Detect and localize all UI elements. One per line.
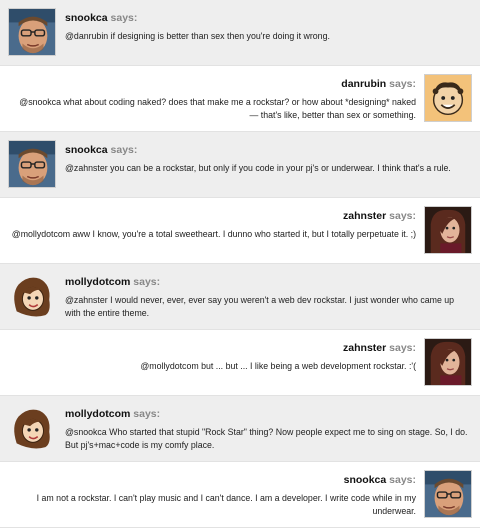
message-item: zahnster says: @mollydotcom but ... but …: [0, 330, 480, 396]
author-name[interactable]: danrubin: [341, 78, 386, 90]
message-header: danrubin says:: [341, 78, 416, 91]
author-name[interactable]: snookca: [65, 12, 108, 24]
snookca-avatar-icon: [425, 471, 471, 517]
message-header: mollydotcom says:: [65, 276, 160, 289]
message-header: snookca says:: [65, 144, 137, 157]
message-header: zahnster says:: [343, 342, 416, 355]
message-item: snookca says: I am not a rockstar. I can…: [0, 462, 480, 528]
message-header: mollydotcom says:: [65, 408, 160, 421]
message-item: mollydotcom says: @zahnster I would neve…: [0, 264, 480, 330]
snookca-avatar-icon: [9, 141, 55, 187]
mollydotcom-avatar-icon: [9, 273, 55, 319]
message-item: zahnster says: @mollydotcom aww I know, …: [0, 198, 480, 264]
message-text: @mollydotcom but ... but ... I like bein…: [140, 361, 416, 371]
message-header: snookca says:: [344, 474, 416, 487]
author-name[interactable]: zahnster: [343, 342, 386, 354]
author-name[interactable]: snookca: [344, 474, 387, 486]
zahnster-avatar-icon: [425, 207, 471, 253]
message-item: mollydotcom says: @snookca Who started t…: [0, 396, 480, 462]
message-text: @snookca what about coding naked? does t…: [19, 97, 416, 120]
says-label: says:: [110, 12, 138, 24]
says-label: says:: [389, 78, 416, 90]
author-name[interactable]: mollydotcom: [65, 408, 130, 420]
says-label: says:: [389, 210, 416, 222]
snookca-avatar[interactable]: [424, 470, 472, 518]
zahnster-avatar-icon: [425, 339, 471, 385]
danrubin-avatar[interactable]: [424, 74, 472, 122]
snookca-avatar[interactable]: [8, 140, 56, 188]
says-label: says:: [389, 474, 416, 486]
message-item: snookca says: @danrubin if designing is …: [0, 0, 480, 66]
message-header: snookca says:: [65, 12, 137, 25]
message-header: zahnster says:: [343, 210, 416, 223]
mollydotcom-avatar[interactable]: [8, 404, 56, 452]
mollydotcom-avatar[interactable]: [8, 272, 56, 320]
says-label: says:: [389, 342, 416, 354]
author-name[interactable]: zahnster: [343, 210, 386, 222]
says-label: says:: [110, 144, 138, 156]
conversation-thread: snookca says: @danrubin if designing is …: [0, 0, 480, 528]
message-text: @zahnster you can be a rockstar, but onl…: [65, 163, 451, 173]
message-text: I am not a rockstar. I can't play music …: [36, 493, 416, 516]
message-text: @danrubin if designing is better than se…: [65, 31, 330, 41]
message-text: @mollydotcom aww I know, you're a total …: [11, 229, 416, 239]
snookca-avatar-icon: [9, 9, 55, 55]
says-label: says:: [133, 276, 161, 288]
message-item: danrubin says: @snookca what about codin…: [0, 66, 480, 132]
mollydotcom-avatar-icon: [9, 405, 55, 451]
danrubin-avatar-icon: [425, 75, 471, 121]
message-item: snookca says: @zahnster you can be a roc…: [0, 132, 480, 198]
says-label: says:: [133, 408, 161, 420]
author-name[interactable]: mollydotcom: [65, 276, 130, 288]
author-name[interactable]: snookca: [65, 144, 108, 156]
zahnster-avatar[interactable]: [424, 338, 472, 386]
snookca-avatar[interactable]: [8, 8, 56, 56]
zahnster-avatar[interactable]: [424, 206, 472, 254]
message-text: @zahnster I would never, ever, ever say …: [65, 295, 455, 318]
message-text: @snookca Who started that stupid "Rock S…: [65, 427, 468, 450]
